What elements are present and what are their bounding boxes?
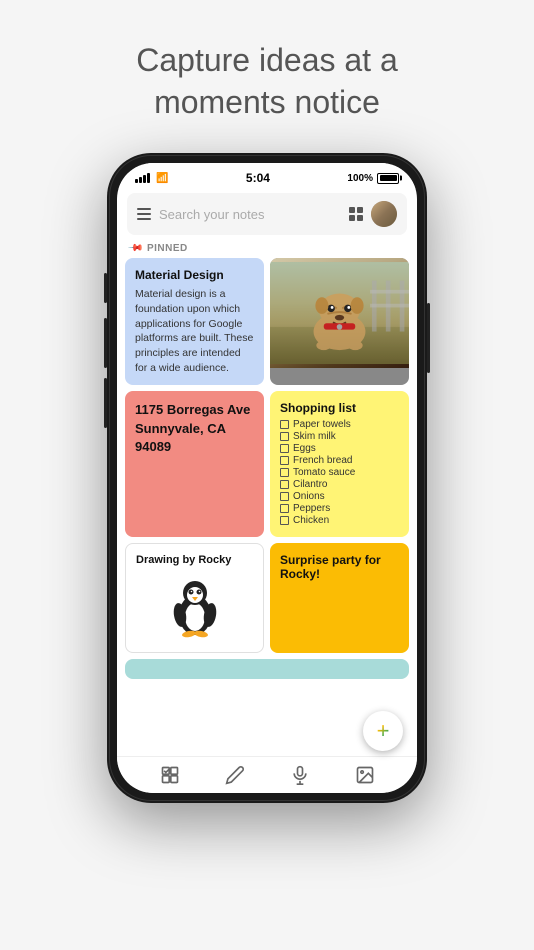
- fab-plus-icon: +: [377, 720, 390, 742]
- phone-screen: 📶 5:04 100% Search your notes: [117, 163, 417, 793]
- wifi-icon: 📶: [156, 173, 168, 184]
- note-shopping-list[interactable]: Shopping list Paper towels Skim milk Egg…: [270, 391, 409, 537]
- shopping-title: Shopping list: [280, 401, 399, 415]
- checklist-item-9: Chicken: [280, 515, 399, 526]
- bottom-navigation: [117, 756, 417, 793]
- checklist-item-6: Cilantro: [280, 479, 399, 490]
- status-bar: 📶 5:04 100%: [117, 163, 417, 189]
- dog-image: [270, 258, 409, 368]
- dog-illustration: [270, 258, 409, 368]
- note-address[interactable]: 1175 Borregas Ave Sunnyvale, CA 94089: [125, 391, 264, 537]
- microphone-icon: [290, 765, 310, 785]
- header-line2: moments notice: [154, 84, 380, 120]
- status-right: 100%: [347, 173, 399, 184]
- drawing-title: Drawing by Rocky: [136, 554, 253, 566]
- note-title: Material Design: [135, 268, 254, 282]
- note-teal-strip[interactable]: [125, 659, 409, 679]
- nav-pencil[interactable]: [225, 765, 245, 785]
- note-surprise-party[interactable]: Surprise party for Rocky!: [270, 543, 409, 653]
- header-text: Capture ideas at a moments notice: [76, 0, 458, 153]
- image-icon: [355, 765, 375, 785]
- status-left: 📶: [135, 173, 168, 184]
- phone-mockup: 📶 5:04 100% Search your notes: [107, 153, 427, 803]
- search-placeholder[interactable]: Search your notes: [159, 207, 341, 222]
- nav-microphone[interactable]: [290, 765, 310, 785]
- surprise-title: Surprise party for Rocky!: [280, 553, 399, 581]
- checklist-item-5: Tomato sauce: [280, 467, 399, 478]
- notes-area: Material Design Material design is a fou…: [117, 258, 417, 756]
- checklist-item-7: Onions: [280, 491, 399, 502]
- checklist: Paper towels Skim milk Eggs French bread…: [280, 419, 399, 526]
- header-line1: Capture ideas at a: [136, 42, 398, 78]
- pinned-text: PINNED: [147, 243, 188, 254]
- search-bar[interactable]: Search your notes: [127, 193, 407, 235]
- note-body: Material design is a foundation upon whi…: [135, 287, 254, 375]
- grid-view-icon[interactable]: [349, 207, 363, 221]
- checklist-item-1: Paper towels: [280, 419, 399, 430]
- notes-row-2: 1175 Borregas Ave Sunnyvale, CA 94089 Sh…: [125, 391, 409, 537]
- checklist-item-3: Eggs: [280, 443, 399, 454]
- signal-bars: [135, 173, 150, 183]
- checklist-item-8: Peppers: [280, 503, 399, 514]
- pencil-icon: [225, 765, 245, 785]
- checklist-item-2: Skim milk: [280, 431, 399, 442]
- note-address-body: 1175 Borregas Ave Sunnyvale, CA 94089: [135, 401, 254, 456]
- note-material-design[interactable]: Material Design Material design is a fou…: [125, 258, 264, 385]
- notes-row-3: Drawing by Rocky: [125, 543, 409, 653]
- pin-icon: 📌: [127, 240, 144, 257]
- fab-button[interactable]: +: [363, 711, 403, 751]
- battery-percentage: 100%: [347, 173, 373, 184]
- user-avatar[interactable]: [371, 201, 397, 227]
- status-time: 5:04: [246, 171, 270, 185]
- note-drawing[interactable]: Drawing by Rocky: [125, 543, 264, 653]
- penguin-drawing: [170, 575, 220, 640]
- battery-icon: [377, 173, 399, 184]
- pinned-section-label: 📌 PINNED: [117, 241, 417, 258]
- notes-row-1: Material Design Material design is a fou…: [125, 258, 409, 385]
- nav-image[interactable]: [355, 765, 375, 785]
- nav-checkmark[interactable]: [160, 765, 180, 785]
- checklist-item-4: French bread: [280, 455, 399, 466]
- penguin-container: [136, 572, 253, 642]
- hamburger-icon[interactable]: [137, 208, 151, 220]
- note-dog-photo[interactable]: [270, 258, 409, 385]
- checkmark-icon: [160, 765, 180, 785]
